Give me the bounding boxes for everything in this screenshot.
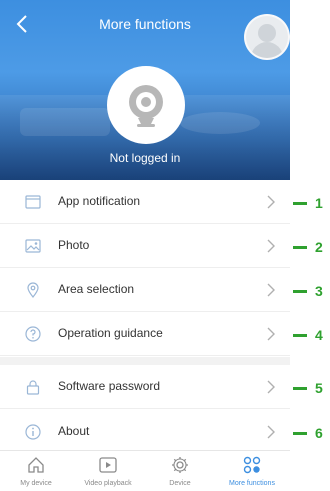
- annotation-dash: [293, 290, 307, 293]
- section-divider: [0, 357, 290, 365]
- annotation-number: 2: [315, 239, 323, 255]
- avatar[interactable]: [244, 14, 290, 60]
- menu-item-label: Area selection: [58, 282, 135, 296]
- nav-my-device[interactable]: My device: [0, 453, 72, 491]
- annotation-number: 3: [315, 283, 323, 299]
- camera-icon: [129, 85, 163, 127]
- avatar-shoulders-shape: [251, 42, 283, 58]
- chevron-right-icon: [267, 283, 275, 297]
- annotation-dash: [293, 334, 307, 337]
- menu-item-label: App notification: [58, 194, 141, 208]
- info-circle-icon: [25, 424, 41, 440]
- menu-item-app-notification[interactable]: App notification: [0, 180, 290, 224]
- annotation-marker: 4: [293, 327, 330, 343]
- nav-video-playback[interactable]: Video playback: [72, 453, 144, 491]
- menu-item-label: Photo: [58, 238, 90, 252]
- annotation-number: 6: [315, 425, 323, 441]
- lock-icon: [26, 380, 40, 395]
- annotation-number: 4: [315, 327, 323, 343]
- chevron-right-icon: [267, 195, 275, 209]
- annotation-dash: [293, 202, 307, 205]
- annotation-dash: [293, 246, 307, 249]
- phone-screen: More functions Not logged in App notific…: [0, 0, 290, 491]
- menu-item-about[interactable]: About: [0, 410, 290, 454]
- annotation-marker: 3: [293, 283, 330, 299]
- home-icon: [28, 457, 44, 473]
- menu-item-software-password[interactable]: Software password: [0, 365, 290, 409]
- login-status-text[interactable]: Not logged in: [0, 151, 290, 165]
- nav-label: My device: [20, 480, 52, 487]
- menu-item-label: Software password: [58, 379, 161, 393]
- header-table-decor: [180, 112, 260, 134]
- menu-item-operation-guidance[interactable]: Operation guidance: [0, 312, 290, 356]
- play-icon: [99, 457, 117, 473]
- menu-item-label: About: [58, 424, 90, 438]
- annotation-marker: 5: [293, 380, 330, 396]
- location-pin-icon: [27, 282, 39, 298]
- nav-label: More functions: [229, 480, 275, 487]
- annotation-number: 5: [315, 380, 323, 396]
- annotation-dash: [293, 387, 307, 390]
- header-sofa-decor: [20, 108, 110, 136]
- help-circle-icon: [25, 326, 41, 342]
- annotation-marker: 2: [293, 239, 330, 255]
- annotation-marker: 6: [293, 425, 330, 441]
- photo-icon: [25, 239, 41, 253]
- annotation-marker: 1: [293, 195, 330, 211]
- nav-label: Video playback: [84, 480, 132, 487]
- annotation-number: 1: [315, 195, 323, 211]
- chevron-right-icon: [267, 425, 275, 439]
- message-icon: [25, 195, 41, 209]
- annotation-dash: [293, 432, 307, 435]
- nav-device[interactable]: Device: [144, 453, 216, 491]
- camera-avatar[interactable]: [107, 66, 185, 144]
- menu-item-photo[interactable]: Photo: [0, 224, 290, 268]
- grid-icon: [243, 456, 261, 474]
- avatar-head-shape: [258, 24, 276, 42]
- chevron-right-icon: [267, 327, 275, 341]
- menu-item-label: Operation guidance: [58, 326, 163, 340]
- menu-item-area-selection[interactable]: Area selection: [0, 268, 290, 312]
- gear-icon: [172, 457, 188, 473]
- chevron-right-icon: [267, 380, 275, 394]
- chevron-right-icon: [267, 239, 275, 253]
- profile-header: More functions Not logged in: [0, 0, 290, 180]
- bottom-navigation: My device Video playback Device More fun…: [0, 450, 290, 491]
- nav-label: Device: [169, 480, 191, 487]
- nav-more-functions[interactable]: More functions: [216, 453, 288, 491]
